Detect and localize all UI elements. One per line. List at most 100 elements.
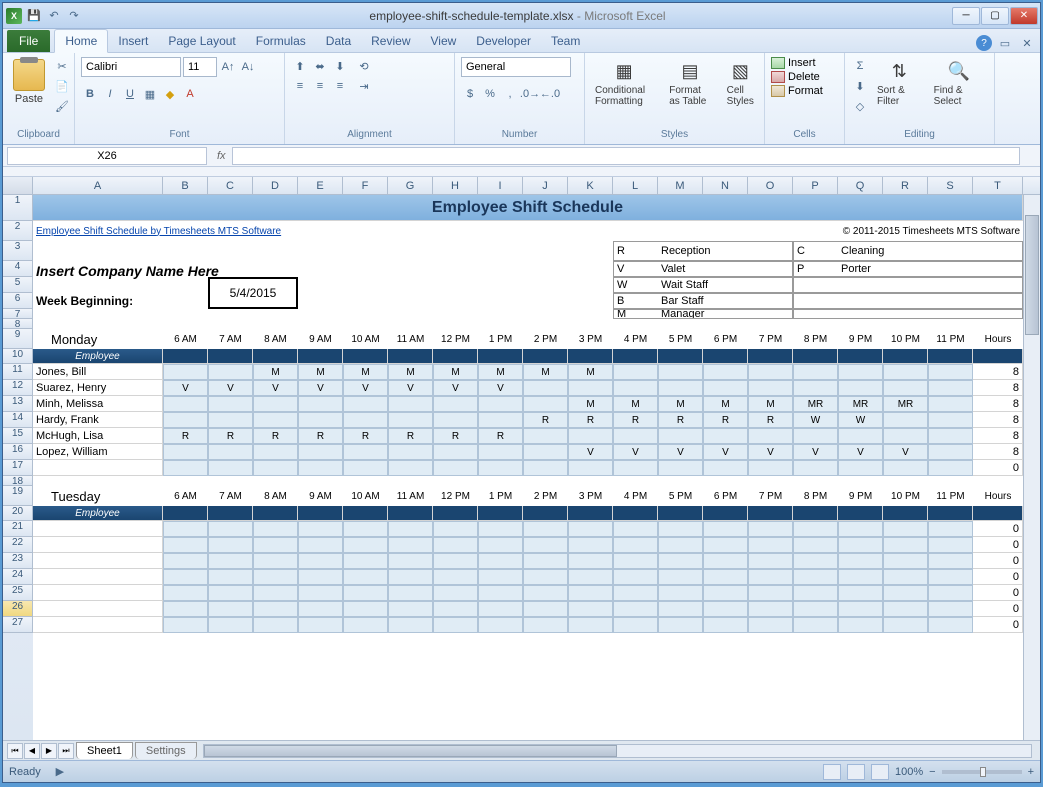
file-tab[interactable]: File bbox=[7, 30, 50, 52]
cell[interactable]: Manager bbox=[658, 309, 793, 319]
cell[interactable]: 0 bbox=[973, 521, 1023, 537]
cell[interactable]: M bbox=[388, 364, 433, 380]
cell[interactable] bbox=[163, 460, 208, 476]
cell[interactable] bbox=[793, 506, 838, 521]
cell[interactable] bbox=[433, 585, 478, 601]
cell[interactable] bbox=[838, 569, 883, 585]
cell[interactable]: 8 AM bbox=[253, 329, 298, 349]
cell[interactable] bbox=[658, 506, 703, 521]
cell[interactable] bbox=[613, 569, 658, 585]
cell[interactable] bbox=[478, 412, 523, 428]
tab-formulas[interactable]: Formulas bbox=[246, 30, 316, 52]
cell[interactable] bbox=[253, 553, 298, 569]
cell[interactable]: 12 PM bbox=[433, 329, 478, 349]
cell[interactable]: 0 bbox=[973, 569, 1023, 585]
cell[interactable]: V bbox=[613, 261, 658, 277]
fill-color-icon[interactable]: ◆ bbox=[161, 85, 179, 103]
row-header-20[interactable]: 20 bbox=[3, 506, 33, 521]
cell[interactable] bbox=[883, 349, 928, 364]
minimize-ribbon-icon[interactable]: ▭ bbox=[996, 34, 1014, 52]
cell[interactable] bbox=[253, 349, 298, 364]
cell[interactable] bbox=[523, 444, 568, 460]
cell[interactable]: 7 AM bbox=[208, 486, 253, 506]
cell[interactable] bbox=[748, 349, 793, 364]
cell[interactable]: Suarez, Henry bbox=[33, 380, 163, 396]
cell[interactable] bbox=[793, 617, 838, 633]
cell[interactable] bbox=[298, 506, 343, 521]
cell[interactable] bbox=[703, 617, 748, 633]
cell[interactable] bbox=[748, 521, 793, 537]
cell[interactable]: V bbox=[388, 380, 433, 396]
cell[interactable] bbox=[253, 396, 298, 412]
cell[interactable] bbox=[298, 412, 343, 428]
cell[interactable]: 3 PM bbox=[568, 486, 613, 506]
cell[interactable] bbox=[838, 585, 883, 601]
align-center-icon[interactable]: ≡ bbox=[311, 77, 329, 95]
row-header-15[interactable]: 15 bbox=[3, 428, 33, 444]
save-icon[interactable]: 💾 bbox=[25, 7, 43, 25]
tab-page-layout[interactable]: Page Layout bbox=[158, 30, 245, 52]
cell[interactable] bbox=[253, 569, 298, 585]
align-left-icon[interactable]: ≡ bbox=[291, 77, 309, 95]
cell[interactable]: 1 PM bbox=[478, 329, 523, 349]
cell[interactable]: 11 PM bbox=[928, 329, 973, 349]
redo-icon[interactable]: ↷ bbox=[65, 7, 83, 25]
fill-icon[interactable]: ⬇ bbox=[851, 77, 869, 95]
font-name-combo[interactable]: Calibri bbox=[81, 57, 181, 77]
cell[interactable] bbox=[928, 585, 973, 601]
cell[interactable]: R bbox=[748, 412, 793, 428]
cell[interactable] bbox=[478, 569, 523, 585]
sort-filter-button[interactable]: ⇅Sort & Filter bbox=[873, 57, 926, 109]
cell[interactable] bbox=[253, 412, 298, 428]
row-header-1[interactable]: 1 bbox=[3, 195, 33, 221]
format-as-table-button[interactable]: ▤Format as Table bbox=[665, 57, 714, 109]
cell[interactable] bbox=[208, 412, 253, 428]
cell[interactable]: R bbox=[703, 412, 748, 428]
cell[interactable] bbox=[793, 553, 838, 569]
cell[interactable] bbox=[208, 537, 253, 553]
cell[interactable]: C bbox=[793, 241, 838, 261]
cell[interactable] bbox=[568, 553, 613, 569]
cell[interactable] bbox=[478, 444, 523, 460]
cell[interactable]: 10 AM bbox=[343, 329, 388, 349]
cell[interactable]: V bbox=[703, 444, 748, 460]
cell[interactable] bbox=[703, 380, 748, 396]
row-header-11[interactable]: 11 bbox=[3, 364, 33, 380]
cell[interactable] bbox=[703, 506, 748, 521]
cell[interactable] bbox=[928, 380, 973, 396]
cell[interactable] bbox=[208, 585, 253, 601]
autosum-icon[interactable]: Σ bbox=[851, 57, 869, 75]
cell[interactable] bbox=[703, 349, 748, 364]
cell[interactable] bbox=[838, 601, 883, 617]
cell[interactable]: Minh, Melissa bbox=[33, 396, 163, 412]
cell[interactable] bbox=[793, 569, 838, 585]
cell[interactable] bbox=[613, 617, 658, 633]
cell[interactable] bbox=[33, 617, 163, 633]
cell[interactable] bbox=[298, 537, 343, 553]
cell[interactable] bbox=[658, 364, 703, 380]
clear-icon[interactable]: ◇ bbox=[851, 97, 869, 115]
row-header-23[interactable]: 23 bbox=[3, 553, 33, 569]
cell[interactable] bbox=[208, 444, 253, 460]
border-icon[interactable]: ▦ bbox=[141, 85, 159, 103]
cell[interactable]: M bbox=[298, 364, 343, 380]
close-button[interactable]: ✕ bbox=[1010, 7, 1038, 25]
cell[interactable] bbox=[883, 412, 928, 428]
cell[interactable] bbox=[343, 569, 388, 585]
cell[interactable] bbox=[298, 396, 343, 412]
cell[interactable] bbox=[613, 349, 658, 364]
page-layout-view-button[interactable] bbox=[847, 764, 865, 780]
cell[interactable] bbox=[883, 428, 928, 444]
cell[interactable]: Wait Staff bbox=[658, 277, 793, 293]
cell[interactable] bbox=[658, 521, 703, 537]
cell[interactable] bbox=[163, 553, 208, 569]
cell[interactable]: R bbox=[343, 428, 388, 444]
col-header-F[interactable]: F bbox=[343, 177, 388, 194]
help-icon[interactable]: ? bbox=[976, 35, 992, 51]
cell[interactable]: 10 PM bbox=[883, 329, 928, 349]
cell[interactable] bbox=[658, 460, 703, 476]
cell[interactable] bbox=[613, 428, 658, 444]
col-header-R[interactable]: R bbox=[883, 177, 928, 194]
cell[interactable]: Cleaning bbox=[838, 241, 1023, 261]
cell[interactable]: 4 PM bbox=[613, 329, 658, 349]
